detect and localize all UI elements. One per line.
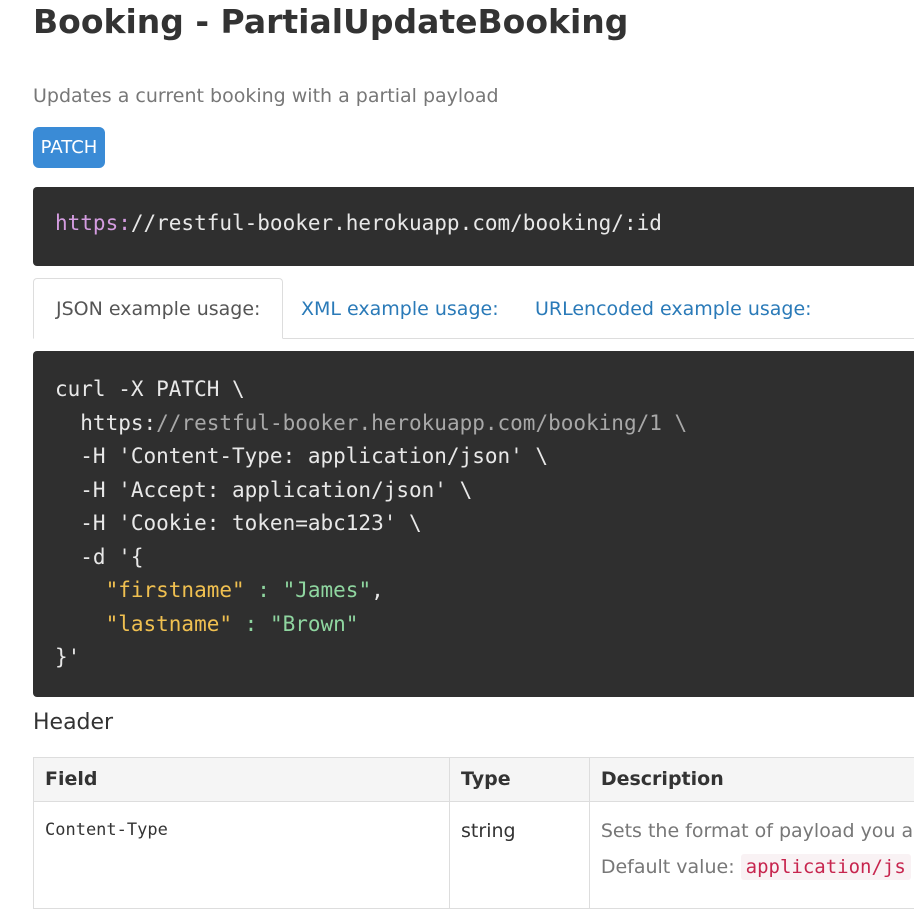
tab-xml[interactable]: XML example usage: (301, 278, 499, 339)
code-line-6: -d '{ (55, 544, 144, 569)
tab-json[interactable]: JSON example usage: (33, 278, 284, 339)
description-cell: Sets the format of payload you ar Defaul… (588, 801, 914, 909)
table-row: Content-Type string Sets the format of p… (32, 801, 914, 909)
field-cell: Content-Type (32, 801, 451, 909)
code-line-1: curl -X PATCH \ (55, 377, 245, 401)
code-line-2-rest: //restful-booker.herokuapp.com/booking/1… (156, 410, 688, 435)
column-header-description: Description (588, 757, 914, 802)
code-val-lastname: "Brown" (269, 611, 359, 636)
endpoint-url: https://restful-booker.herokuapp.com/boo… (33, 187, 914, 266)
page-subtitle: Updates a current booking with a partial… (33, 85, 499, 107)
table-header-row: Field Type Description (32, 757, 914, 802)
code-example: curl -X PATCH \ https://restful-booker.h… (33, 351, 914, 697)
code-line-5: -H 'Cookie: token=abc123' \ (55, 511, 422, 535)
default-value: application/js (740, 854, 911, 880)
code-sep-lastname: : (232, 611, 270, 636)
column-header-field: Field (32, 757, 451, 802)
endpoint-scheme: https: (55, 211, 131, 235)
header-section-title: Header (33, 710, 114, 735)
description-text: Sets the format of payload you ar (600, 820, 914, 842)
method-badge: PATCH (33, 127, 105, 168)
code-line-9: }' (55, 645, 81, 669)
code-key-lastname: "lastname" (55, 611, 233, 636)
code-val-firstname: "James" (282, 578, 372, 602)
type-cell: string (449, 801, 590, 909)
code-sep-firstname: : (244, 578, 283, 602)
example-tabs: JSON example usage: XML example usage: U… (33, 278, 914, 339)
endpoint-path: //restful-booker.herokuapp.com/booking/:… (130, 211, 662, 235)
code-line-2-scheme: https: (55, 410, 157, 435)
code-line-4: -H 'Accept: application/json' \ (55, 477, 473, 502)
code-line-3: -H 'Content-Type: application/json' \ (55, 444, 549, 468)
page-title: Booking - PartialUpdateBooking (33, 2, 629, 41)
code-comma: , (371, 578, 384, 602)
code-key-firstname: "firstname" (55, 578, 245, 602)
default-label: Default value: (600, 856, 741, 878)
header-table: Field Type Description Content-Type stri… (32, 757, 914, 909)
column-header-type: Type (449, 757, 590, 802)
tab-urlencoded[interactable]: URLencoded example usage: (535, 278, 812, 339)
